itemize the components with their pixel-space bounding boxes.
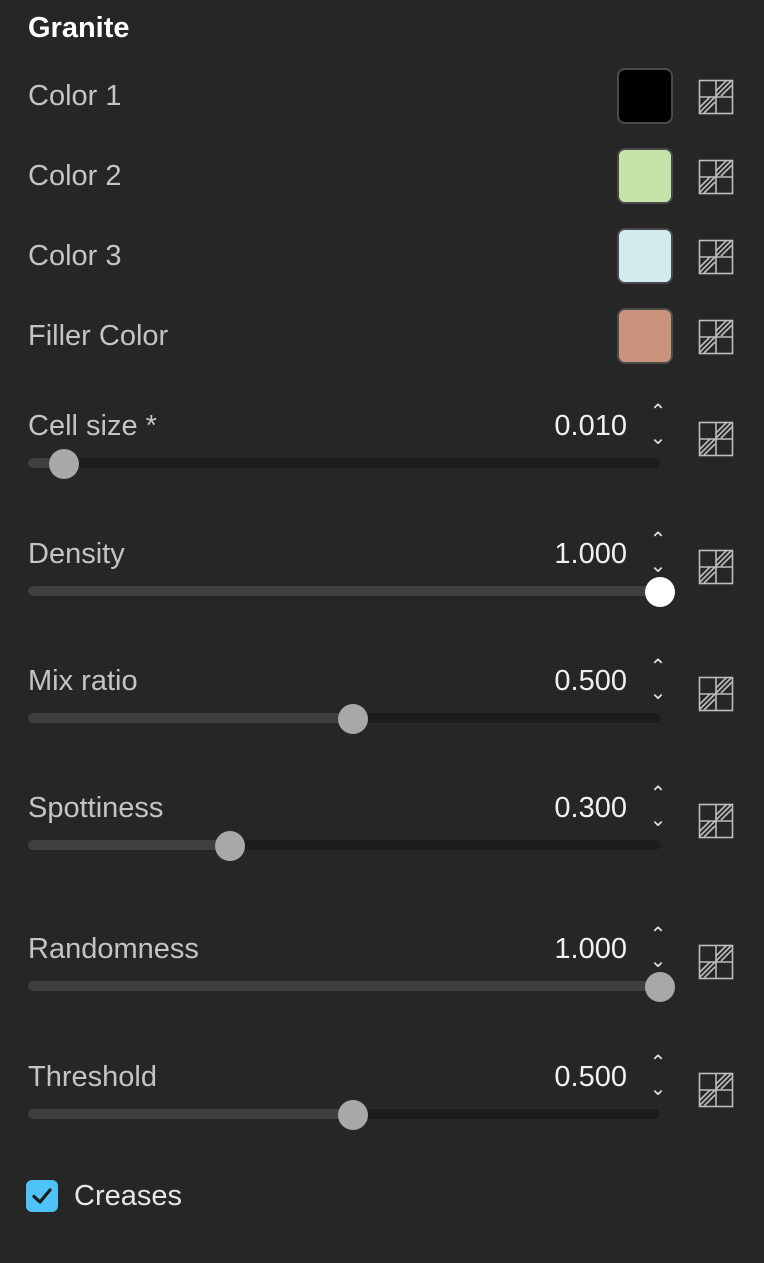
randomness-row: Randomness 1.000 ⌃ ⌄ (0, 925, 764, 1023)
cell-size-label: Cell size * (28, 410, 157, 442)
mix-ratio-row: Mix ratio 0.500 ⌃ ⌄ (0, 657, 764, 755)
chevron-down-icon[interactable]: ⌄ (646, 683, 670, 703)
threshold-thumb[interactable] (338, 1100, 368, 1130)
color-2-swatch[interactable] (617, 148, 673, 204)
texture-map-icon[interactable] (698, 676, 734, 712)
density-label: Density (28, 538, 125, 570)
randomness-thumb[interactable] (645, 972, 675, 1002)
creases-row[interactable]: Creases (26, 1178, 326, 1218)
randomness-fill (28, 981, 660, 991)
texture-map-icon[interactable] (698, 421, 734, 457)
color-3-swatch[interactable] (617, 228, 673, 284)
color-1-label: Color 1 (28, 80, 122, 112)
texture-map-icon[interactable] (698, 319, 734, 355)
density-stepper[interactable]: ⌃ ⌄ (646, 530, 670, 582)
threshold-row: Threshold 0.500 ⌃ ⌄ (0, 1053, 764, 1151)
randomness-stepper[interactable]: ⌃ ⌄ (646, 925, 670, 977)
randomness-track[interactable] (28, 981, 660, 991)
color-3-label: Color 3 (28, 240, 122, 272)
mix-ratio-stepper[interactable]: ⌃ ⌄ (646, 657, 670, 709)
cell-size-thumb[interactable] (49, 449, 80, 479)
threshold-stepper[interactable]: ⌃ ⌄ (646, 1053, 670, 1105)
creases-label: Creases (74, 1180, 182, 1212)
density-row: Density 1.000 ⌃ ⌄ (0, 530, 764, 628)
texture-map-icon[interactable] (698, 79, 734, 115)
color-2-label: Color 2 (28, 160, 122, 192)
texture-map-icon[interactable] (698, 239, 734, 275)
texture-map-icon[interactable] (698, 159, 734, 195)
filler-color-row: Filler Color (0, 308, 764, 368)
chevron-down-icon[interactable]: ⌄ (646, 428, 670, 448)
mix-ratio-fill (28, 713, 353, 723)
chevron-up-icon[interactable]: ⌃ (646, 657, 670, 677)
chevron-up-icon[interactable]: ⌃ (646, 925, 670, 945)
density-fill (28, 586, 660, 596)
color-1-swatch[interactable] (617, 68, 673, 124)
chevron-up-icon[interactable]: ⌃ (646, 1053, 670, 1073)
mix-ratio-label: Mix ratio (28, 665, 138, 697)
randomness-label: Randomness (28, 933, 199, 965)
filler-color-swatch[interactable] (617, 308, 673, 364)
cell-size-row: Cell size * 0.010 ⌃ ⌄ (0, 402, 764, 500)
spottiness-thumb[interactable] (215, 831, 246, 861)
chevron-down-icon[interactable]: ⌄ (646, 951, 670, 971)
color-1-row: Color 1 (0, 68, 764, 128)
spottiness-label: Spottiness (28, 792, 164, 824)
density-track[interactable] (28, 586, 660, 596)
density-thumb[interactable] (645, 577, 675, 607)
chevron-down-icon[interactable]: ⌄ (646, 556, 670, 576)
spottiness-stepper[interactable]: ⌃ ⌄ (646, 784, 670, 836)
panel-title: Granite (28, 12, 130, 44)
mix-ratio-thumb[interactable] (338, 704, 368, 734)
cell-size-stepper[interactable]: ⌃ ⌄ (646, 402, 670, 454)
spottiness-value[interactable]: 0.300 (554, 792, 627, 825)
spottiness-track[interactable] (28, 840, 660, 850)
threshold-label: Threshold (28, 1061, 157, 1093)
texture-map-icon[interactable] (698, 803, 734, 839)
threshold-value[interactable]: 0.500 (554, 1061, 627, 1094)
threshold-fill (28, 1109, 353, 1119)
chevron-up-icon[interactable]: ⌃ (646, 784, 670, 804)
chevron-down-icon[interactable]: ⌄ (646, 1079, 670, 1099)
creases-checkbox[interactable] (26, 1180, 58, 1212)
texture-map-icon[interactable] (698, 1072, 734, 1108)
chevron-up-icon[interactable]: ⌃ (646, 530, 670, 550)
texture-map-icon[interactable] (698, 549, 734, 585)
color-2-row: Color 2 (0, 148, 764, 208)
texture-map-icon[interactable] (698, 944, 734, 980)
filler-color-label: Filler Color (28, 320, 169, 352)
mix-ratio-value[interactable]: 0.500 (554, 665, 627, 698)
cell-size-track[interactable] (28, 458, 660, 468)
spottiness-fill (28, 840, 231, 850)
chevron-up-icon[interactable]: ⌃ (646, 402, 670, 422)
density-value[interactable]: 1.000 (554, 538, 627, 571)
randomness-value[interactable]: 1.000 (554, 933, 627, 966)
cell-size-value[interactable]: 0.010 (554, 410, 627, 443)
color-3-row: Color 3 (0, 228, 764, 288)
checkmark-icon (32, 1188, 52, 1204)
spottiness-row: Spottiness 0.300 ⌃ ⌄ (0, 784, 764, 882)
chevron-down-icon[interactable]: ⌄ (646, 810, 670, 830)
